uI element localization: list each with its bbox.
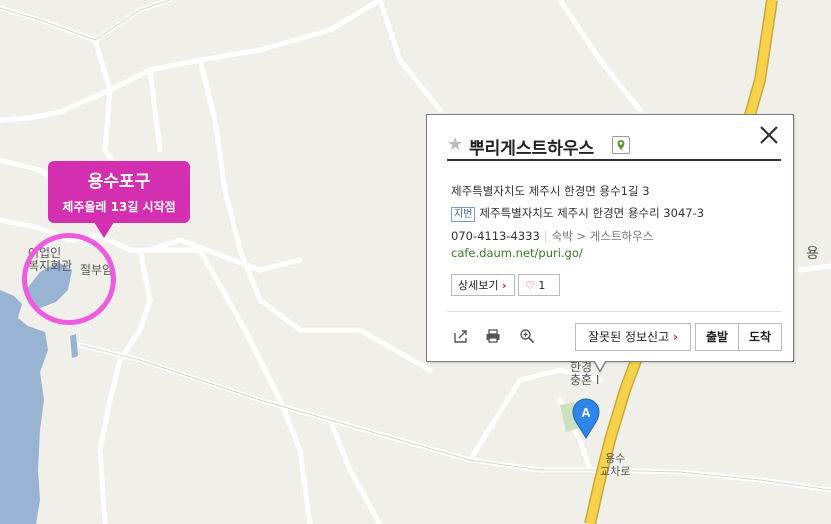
map-label-intersection: 용수 교차로 — [600, 452, 631, 478]
heart-icon: ♡ — [525, 279, 535, 292]
marker-label: A — [581, 405, 591, 420]
callout-subtitle: 제주올레 13길 시작점 — [62, 200, 176, 214]
popup-tail-inner — [593, 358, 607, 370]
print-icon[interactable] — [485, 328, 501, 344]
callout-tail — [94, 222, 114, 238]
share-icon[interactable] — [453, 328, 469, 344]
road-address: 제주특별자치도 제주시 한경면 용수1길 3 — [451, 184, 650, 198]
close-icon[interactable] — [757, 123, 781, 147]
phone-category-row: 070-4113-4333 | 숙박 > 게스트하우스 — [451, 229, 654, 243]
highlight-ring — [22, 233, 116, 325]
star-icon[interactable]: ★ — [447, 134, 463, 155]
jibun-address-row: 지번 제주특별자치도 제주시 한경면 용수리 3047-3 — [451, 205, 704, 222]
category[interactable]: 숙박 — [552, 229, 573, 243]
zoom-in-icon[interactable] — [519, 328, 535, 344]
like-button[interactable]: ♡ 1 — [518, 274, 560, 296]
place-pin-icon — [612, 136, 630, 154]
detail-button[interactable]: 상세보기 › — [451, 274, 515, 296]
like-count: 1 — [538, 279, 546, 292]
phone-number: 070-4113-4333 — [451, 229, 540, 243]
callout-title: 용수포구 — [87, 172, 151, 192]
report-button[interactable]: 잘못된 정보신고 › — [575, 323, 691, 351]
map-label-right-edge: 용 — [806, 246, 819, 262]
place-title[interactable]: 뿌리게스트하우스 — [469, 134, 594, 159]
subcategory[interactable]: 게스트하우스 — [590, 229, 653, 243]
place-info-popup: ★ 뿌리게스트하우스 제주특별자치도 제주시 한경면 용수1길 3 지번 제주특별… — [426, 114, 794, 362]
jibun-address: 제주특별자치도 제주시 한경면 용수리 3047-3 — [479, 206, 705, 220]
popup-header: ★ 뿌리게스트하우스 — [447, 126, 781, 161]
arrive-button[interactable]: 도착 — [738, 323, 782, 351]
popup-divider — [447, 311, 781, 312]
depart-button[interactable]: 출발 — [695, 323, 739, 351]
jibun-badge: 지번 — [451, 207, 476, 222]
category-arrow: > — [576, 229, 587, 243]
poi-callout[interactable]: 용수포구 제주올레 13길 시작점 — [48, 161, 190, 223]
homepage-link[interactable]: cafe.daum.net/puri.go/ — [451, 246, 583, 260]
